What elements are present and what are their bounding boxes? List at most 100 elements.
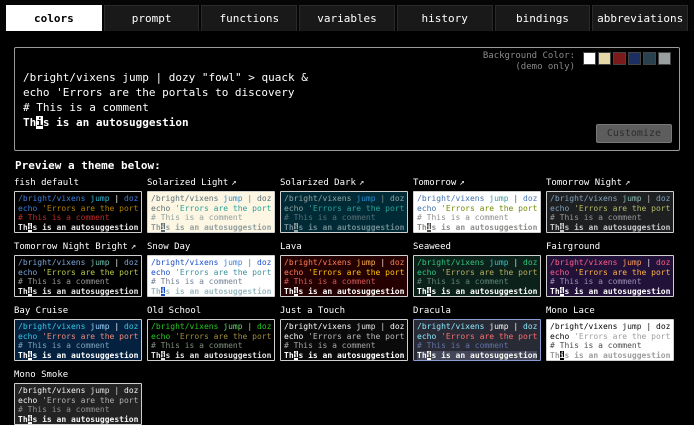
background-color-swatch[interactable] [628,52,641,65]
theme-preview-card[interactable]: /bright/vixens jump | dozy "fowl" > quac… [147,319,275,361]
terminal-line: # This is a comment [550,277,670,287]
code-token-command: /bright/vixens [550,194,617,203]
terminal-line: echo 'Errors are the portals to discover… [23,85,671,100]
tab-variables[interactable]: variables [299,5,395,31]
external-link-icon: ↗ [459,178,464,188]
code-token-autosuggestion: s is an autosuggestion [32,223,138,232]
code-token-comment: # This is a comment [550,277,642,286]
terminal-line: echo 'Errors are the portals to discover… [18,268,138,278]
background-color-swatch[interactable] [613,52,626,65]
theme-title-link[interactable]: Lava [280,242,408,253]
theme-preview-card[interactable]: /bright/vixens jump | dozy "fowl" > quac… [147,191,275,233]
background-color-swatch[interactable] [643,52,656,65]
theme-preview-card[interactable]: /bright/vixens jump | dozy "fowl" > quac… [14,191,142,233]
code-token-quote: 'Errors are the portals to discovery [574,204,670,213]
code-token-command: /bright/vixens [151,258,218,267]
theme-name: Bay Cruise [14,306,68,316]
theme-preview-card[interactable]: /bright/vixens jump | dozy "fowl" > quac… [280,255,408,297]
tab-colors[interactable]: colors [6,5,102,31]
background-color-swatch[interactable] [598,52,611,65]
theme-preview-card[interactable]: /bright/vixens jump | dozy "fowl" > quac… [546,191,674,233]
theme-title-link[interactable]: Seaweed [413,242,541,253]
code-token-param: jump [356,322,375,331]
theme-title-link[interactable]: Dracula [413,306,541,317]
code-token-quote: 'Errors are the portals to discovery [308,204,404,213]
tab-abbreviations[interactable]: abbreviations [592,5,688,31]
code-token-command: /bright/vixens [284,322,351,331]
theme-title-link[interactable]: Fairground [546,242,674,253]
theme-title-link[interactable]: Just a Touch [280,306,408,317]
theme-preview-card[interactable]: /bright/vixens jump | dozy "fowl" > quac… [546,319,674,361]
terminal-line: echo 'Errors are the portals to discover… [284,204,404,214]
theme-title-link[interactable]: Mono Smoke [14,370,142,381]
theme-preview-card[interactable]: /bright/vixens jump | dozy "fowl" > quac… [14,255,142,297]
theme-title-link[interactable]: Solarized Dark↗ [280,178,408,189]
code-token-command: /bright/vixens [550,258,617,267]
code-token-param: jump [223,194,242,203]
theme-preview-card[interactable]: /bright/vixens jump | dozy "fowl" > quac… [413,255,541,297]
theme-preview-card[interactable]: /bright/vixens jump | dozy "fowl" > quac… [147,255,275,297]
code-token-quote: 'Errors are the portals to discovery [441,332,537,341]
code-token-autosuggestion: s is an autosuggestion [165,223,271,232]
code-token-comment: # This is a comment [151,277,243,286]
terminal-line: /bright/vixens jump | dozy "fowl" > quac… [284,194,404,204]
tab-functions[interactable]: functions [201,5,297,31]
code-token-autosuggestion: Th [550,223,560,232]
theme-title-link[interactable]: Mono Lace [546,306,674,317]
theme-title-link[interactable]: fish default [14,178,142,189]
theme-name: Snow Day [147,242,190,252]
terminal-line: /bright/vixens jump | dozy "fowl" > quac… [18,258,138,268]
tab-prompt[interactable]: prompt [104,5,200,31]
theme-title-link[interactable]: Snow Day [147,242,275,253]
theme-title-link[interactable]: Old School [147,306,275,317]
code-token-quote: 'Errors are the portals to discovery [42,204,138,213]
code-token-autosuggestion: Th [284,287,294,296]
theme-preview-card[interactable]: /bright/vixens jump | dozy "fowl" > quac… [413,319,541,361]
demo-only-label: (demo only) [483,62,575,73]
terminal-line: /bright/vixens jump | dozy "fowl" > quac… [18,194,138,204]
theme-title-link[interactable]: Tomorrow Night↗ [546,178,674,189]
code-token-param: jump [90,258,109,267]
theme-title-link[interactable]: Solarized Light↗ [147,178,275,189]
theme-preview-card[interactable]: /bright/vixens jump | dozy "fowl" > quac… [280,191,408,233]
terminal-line: echo 'Errors are the portals to discover… [550,332,670,342]
terminal-line: # This is a comment [18,341,138,351]
terminal-line: echo 'Errors are the portals to discover… [151,332,271,342]
code-token-autosuggestion: Th [18,287,28,296]
code-token-plain [162,71,169,84]
code-token-command: echo [151,204,170,213]
theme-title-link[interactable]: Tomorrow↗ [413,178,541,189]
code-token-quote: 'Errors are the portals to discovery [56,86,294,99]
code-token-autosuggestion: Th [23,116,36,129]
tab-bindings[interactable]: bindings [495,5,591,31]
theme-preview-card[interactable]: /bright/vixens jump | dozy "fowl" > quac… [546,255,674,297]
code-token-command: /bright/vixens [18,258,85,267]
background-color-swatch[interactable] [583,52,596,65]
code-token-comment: # This is a comment [284,341,376,350]
theme-preview-card[interactable]: /bright/vixens jump | dozy "fowl" > quac… [280,319,408,361]
theme-preview-card[interactable]: /bright/vixens jump | dozy "fowl" > quac… [413,191,541,233]
code-token-quote: 'Errors are the portals to discovery [175,332,271,341]
background-color-swatch[interactable] [658,52,671,65]
code-token-quote: 'Errors are the portals to discovery [308,268,404,277]
terminal-line: /bright/vixens jump | dozy "fowl" > quac… [550,194,670,204]
code-token-autosuggestion: s is an autosuggestion [298,223,404,232]
code-token-param: jump [489,258,508,267]
theme-title-link[interactable]: Bay Cruise [14,306,142,317]
code-token-quote: 'Errors are the portals to discovery [574,332,670,341]
theme-cell: Just a Touch /bright/vixens jump | dozy … [280,306,408,361]
terminal-line: # This is a comment [284,213,404,223]
theme-preview-card[interactable]: /bright/vixens jump | dozy "fowl" > quac… [14,383,142,425]
tab-history[interactable]: history [397,5,493,31]
theme-preview-card[interactable]: /bright/vixens jump | dozy "fowl" > quac… [14,319,142,361]
code-token-comment: # This is a comment [18,405,110,414]
terminal-line: /bright/vixens jump | dozy "fowl" > quac… [417,258,537,268]
code-token-command: dozy [656,322,670,331]
code-token-param: jump [356,258,375,267]
terminal-line: # This is a comment [18,277,138,287]
theme-cell: fish default /bright/vixens jump | dozy … [14,178,142,233]
terminal-line: This is an autosuggestion [23,115,671,130]
theme-title-link[interactable]: Tomorrow Night Bright↗ [14,242,142,253]
theme-cell: Mono Lace /bright/vixens jump | dozy "fo… [546,306,674,361]
customize-button[interactable]: Customize [596,124,672,143]
